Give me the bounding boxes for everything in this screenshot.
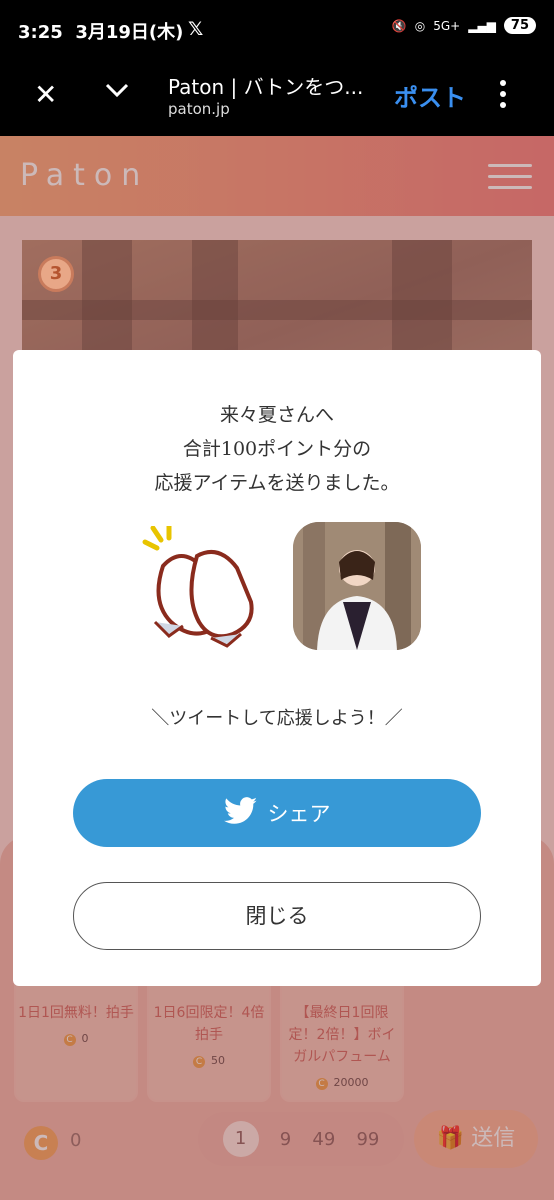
share-label: シェア [267,802,331,826]
share-button[interactable]: シェア [73,779,481,847]
modal-line: 来々夏さんへ [219,404,334,426]
status-bar: 3:25 3月19日(木) 𝕏 🔇 ◎ 5G+ ▂▄▆ 75 [0,0,554,58]
signal-icon: ▂▄▆ [468,18,496,33]
chevron-down-icon[interactable] [104,76,130,106]
recipient-avatar [293,522,421,650]
more-menu-icon[interactable] [500,80,506,108]
browser-url: paton.jp [168,100,230,118]
modal-message: 来々夏さんへ 合計100ポイント分の 応援アイテムを送りました。 [13,398,541,500]
browser-page-title: Paton | バトンをつ... [168,75,364,99]
browser-toolbar: ✕ Paton | バトンをつ... paton.jp ポスト [0,58,554,136]
twitter-bird-icon [223,796,258,830]
status-icons: 🔇 ◎ 5G+ ▂▄▆ 75 [392,17,536,34]
close-icon[interactable]: ✕ [34,78,57,111]
x-app-icon: 𝕏 [188,18,204,40]
modal-line: 合計100ポイント分の [182,438,372,460]
rank-badge: 3 [38,256,74,292]
clapping-hands-icon [141,523,261,650]
modal-line: 応援アイテムを送りました。 [154,472,400,494]
tweet-call-to-action: ＼ツイートして応援しよう！／ [151,708,403,729]
mute-icon: 🔇 [391,18,407,33]
network-label: 5G+ [433,18,461,33]
battery-badge: 75 [503,17,536,34]
status-time: 3:25 3月19日(木) [18,22,184,43]
hotspot-icon: ◎ [414,18,426,33]
support-sent-modal: 来々夏さんへ 合計100ポイント分の 応援アイテムを送りました。 ＼ツイートして… [13,350,541,986]
post-button[interactable]: ポスト [394,78,466,113]
close-button[interactable]: 閉じる [73,882,481,950]
